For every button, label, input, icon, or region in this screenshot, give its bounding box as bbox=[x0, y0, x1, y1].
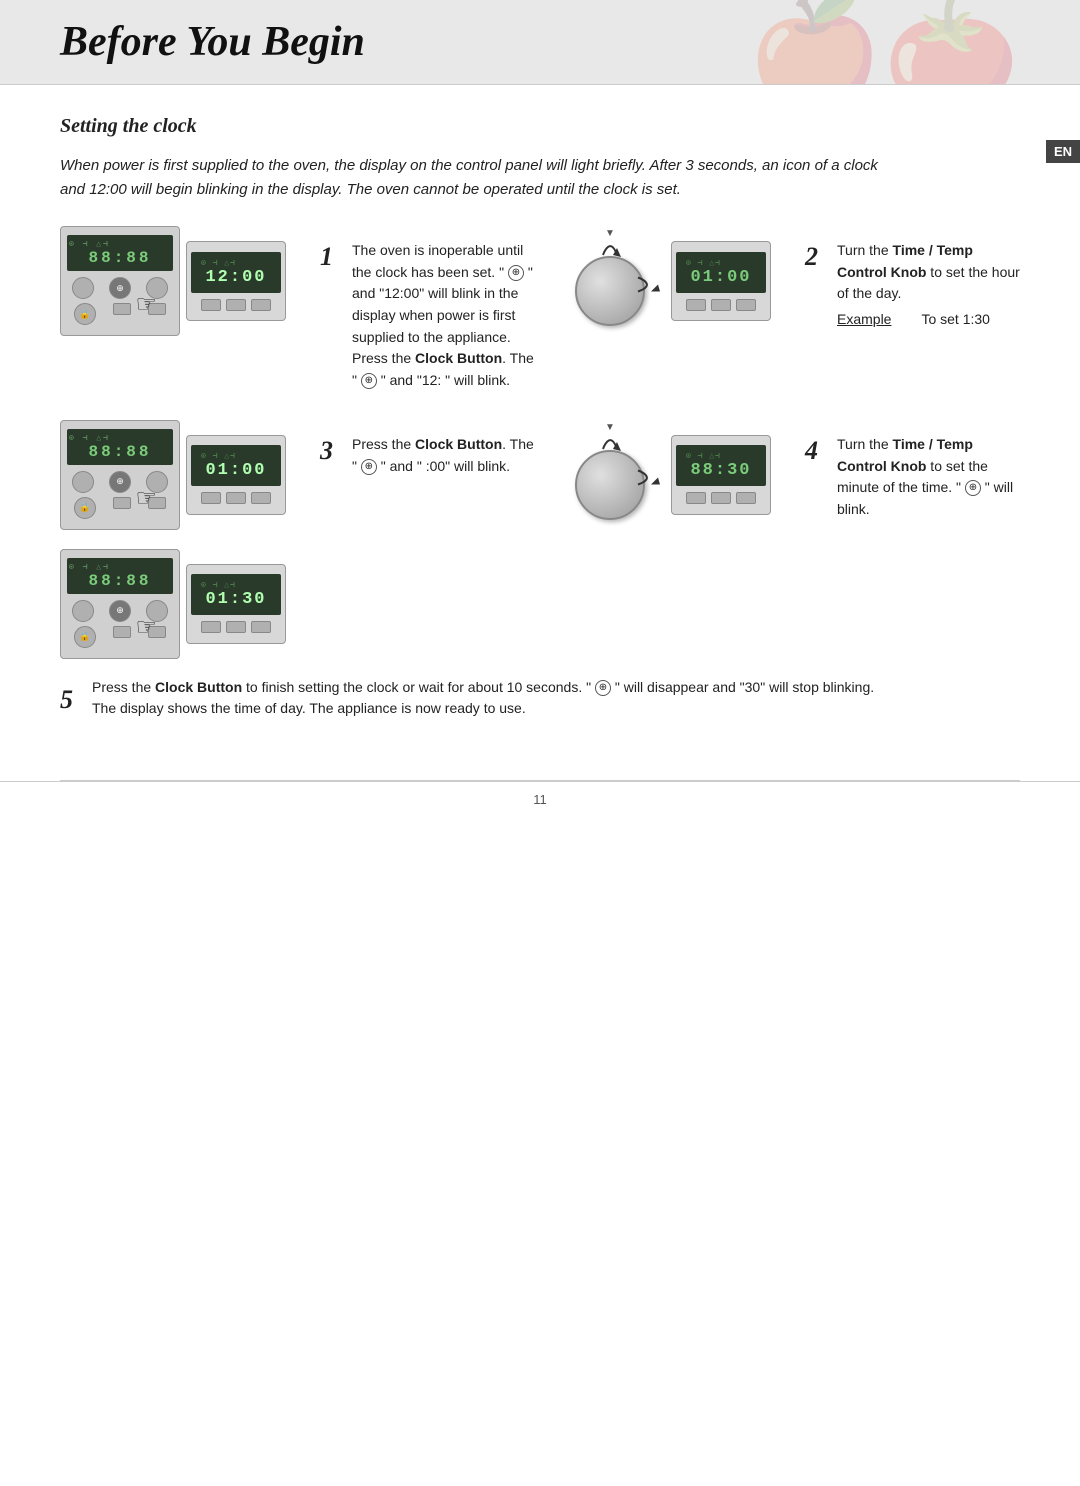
hand-cursor-1: ☞ bbox=[135, 290, 157, 319]
step-1-text: The oven is inoperable until the clock h… bbox=[352, 240, 535, 392]
display-box-2: ⊙ ⊣ △⊣ 01:00 bbox=[671, 241, 771, 321]
disp-btn-11 bbox=[711, 492, 731, 504]
step-2-block: 2 Turn the Time / Temp Control Knob to s… bbox=[805, 230, 1020, 341]
display-5a: ⊙ ⊣ △⊣ 88:88 bbox=[67, 558, 173, 594]
screen-3: ⊙ ⊣ △⊣ 01:00 bbox=[191, 445, 281, 486]
screen-5: ⊙ ⊣ △⊣ 01:30 bbox=[191, 574, 281, 615]
page-footer: 11 bbox=[0, 781, 1080, 827]
sm-btn-5[interactable] bbox=[113, 626, 131, 638]
oven-panel-5: ⊙ ⊣ △⊣ 88:88 ⊕ 🔒 ☞ bbox=[60, 549, 180, 659]
clock-icon-3: ⊕ bbox=[361, 459, 377, 475]
disp-btn-13 bbox=[201, 621, 221, 633]
step-2-text: Turn the Time / Temp Control Knob to set… bbox=[837, 240, 1020, 331]
disp-btn-9 bbox=[251, 492, 271, 504]
step-1-block: 1 The oven is inoperable until the clock… bbox=[320, 230, 535, 402]
knob-area-4: ▼ bbox=[555, 420, 665, 530]
page-number: 11 bbox=[533, 792, 547, 807]
oven-panel-1: ⊙ ⊣ △⊣ 88:88 ⊕ 🔒 ☞ bbox=[60, 226, 180, 336]
step5-diagrams: ⊙ ⊣ △⊣ 88:88 ⊕ 🔒 ☞ bbox=[60, 549, 300, 659]
clock-icon-4: ⊕ bbox=[965, 480, 981, 496]
btn-1[interactable] bbox=[72, 277, 94, 299]
screen-1: ⊙ ⊣ △⊣ 12:00 bbox=[191, 252, 281, 293]
step4-diagrams: ▼ ⊙ ⊣ △⊣ 88:30 bbox=[555, 420, 785, 530]
step-3-block: 3 Press the Clock Button. The " ⊕ " and … bbox=[320, 424, 535, 487]
intro-text: When power is first supplied to the oven… bbox=[60, 154, 880, 202]
clock-icon-5: ⊕ bbox=[595, 680, 611, 696]
clock-icon-2: ⊕ bbox=[361, 373, 377, 389]
clock-icon-1: ⊕ bbox=[508, 265, 524, 281]
display-1a: ⊙ ⊣ △⊣ 88:88 bbox=[67, 235, 173, 271]
lock-btn[interactable]: 🔒 bbox=[74, 303, 96, 325]
step1-diagrams: ⊙ ⊣ △⊣ 88:88 ⊕ 🔒 ☞ bbox=[60, 226, 300, 336]
hand-cursor-5: ☞ bbox=[135, 613, 157, 642]
sm-btn-3[interactable] bbox=[113, 497, 131, 509]
step-number-5: 5 bbox=[60, 679, 80, 721]
display-box-3: ⊙ ⊣ △⊣ 01:00 bbox=[186, 435, 286, 515]
btn-3a[interactable] bbox=[72, 471, 94, 493]
btn-3b[interactable]: ⊕ bbox=[109, 471, 131, 493]
lock-btn-5[interactable]: 🔒 bbox=[74, 626, 96, 648]
main-content: Setting the clock When power is first su… bbox=[0, 85, 1080, 760]
example-label: Example bbox=[837, 309, 891, 331]
display-box-4: ⊙ ⊣ △⊣ 88:30 bbox=[671, 435, 771, 515]
knob-indicator-4: ▼ bbox=[605, 422, 615, 433]
knob-indicator: ▼ bbox=[605, 228, 615, 239]
screen-2: ⊙ ⊣ △⊣ 01:00 bbox=[676, 252, 766, 293]
step-4-text: Turn the Time / Temp Control Knob to set… bbox=[837, 434, 1020, 521]
disp-btn-5 bbox=[711, 299, 731, 311]
step-3-text: Press the Clock Button. The " ⊕ " and " … bbox=[352, 434, 535, 477]
step-number-4: 4 bbox=[805, 436, 825, 466]
disp-btn-12 bbox=[736, 492, 756, 504]
section-title: Setting the clock bbox=[60, 115, 1020, 138]
sm-btn-1[interactable] bbox=[113, 303, 131, 315]
lock-btn-3[interactable]: 🔒 bbox=[74, 497, 96, 519]
knob-area-1: ▼ bbox=[555, 226, 665, 336]
step3-diagrams: ⊙ ⊣ △⊣ 88:88 ⊕ 🔒 ☞ bbox=[60, 420, 300, 530]
disp-btn-15 bbox=[251, 621, 271, 633]
display-3a: ⊙ ⊣ △⊣ 88:88 bbox=[67, 429, 173, 465]
disp-btn-3 bbox=[251, 299, 271, 311]
disp-btn-10 bbox=[686, 492, 706, 504]
disp-btn-7 bbox=[201, 492, 221, 504]
disp-btn-6 bbox=[736, 299, 756, 311]
example-value: To set 1:30 bbox=[921, 309, 990, 331]
disp-btn-4 bbox=[686, 299, 706, 311]
disp-btn-14 bbox=[226, 621, 246, 633]
step-number-1: 1 bbox=[320, 242, 340, 272]
step2-diagrams: ▼ ⊙ ⊣ △⊣ 01:00 bbox=[555, 226, 785, 336]
hand-cursor-3: ☞ bbox=[135, 484, 157, 513]
step-number-3: 3 bbox=[320, 436, 340, 466]
language-badge: EN bbox=[1046, 140, 1080, 163]
step-number-2: 2 bbox=[805, 242, 825, 272]
btn-2[interactable]: ⊕ bbox=[109, 277, 131, 299]
step-4-block: 4 Turn the Time / Temp Control Knob to s… bbox=[805, 424, 1020, 531]
header-banner: Before You Begin 🍎🍅 bbox=[0, 0, 1080, 85]
disp-btn-2 bbox=[226, 299, 246, 311]
display-box-1: ⊙ ⊣ △⊣ 12:00 bbox=[186, 241, 286, 321]
oven-panel-3: ⊙ ⊣ △⊣ 88:88 ⊕ 🔒 ☞ bbox=[60, 420, 180, 530]
step-5-text: Press the Clock Button to finish setting… bbox=[92, 677, 892, 720]
btn-5a[interactable] bbox=[72, 600, 94, 622]
disp-btn-1 bbox=[201, 299, 221, 311]
btn-5b[interactable]: ⊕ bbox=[109, 600, 131, 622]
display-box-5: ⊙ ⊣ △⊣ 01:30 bbox=[186, 564, 286, 644]
step-5-block: 5 Press the Clock Button to finish setti… bbox=[60, 677, 1020, 721]
decorative-shapes: 🍎🍅 bbox=[746, 0, 1020, 85]
disp-btn-8 bbox=[226, 492, 246, 504]
screen-4: ⊙ ⊣ △⊣ 88:30 bbox=[676, 445, 766, 486]
